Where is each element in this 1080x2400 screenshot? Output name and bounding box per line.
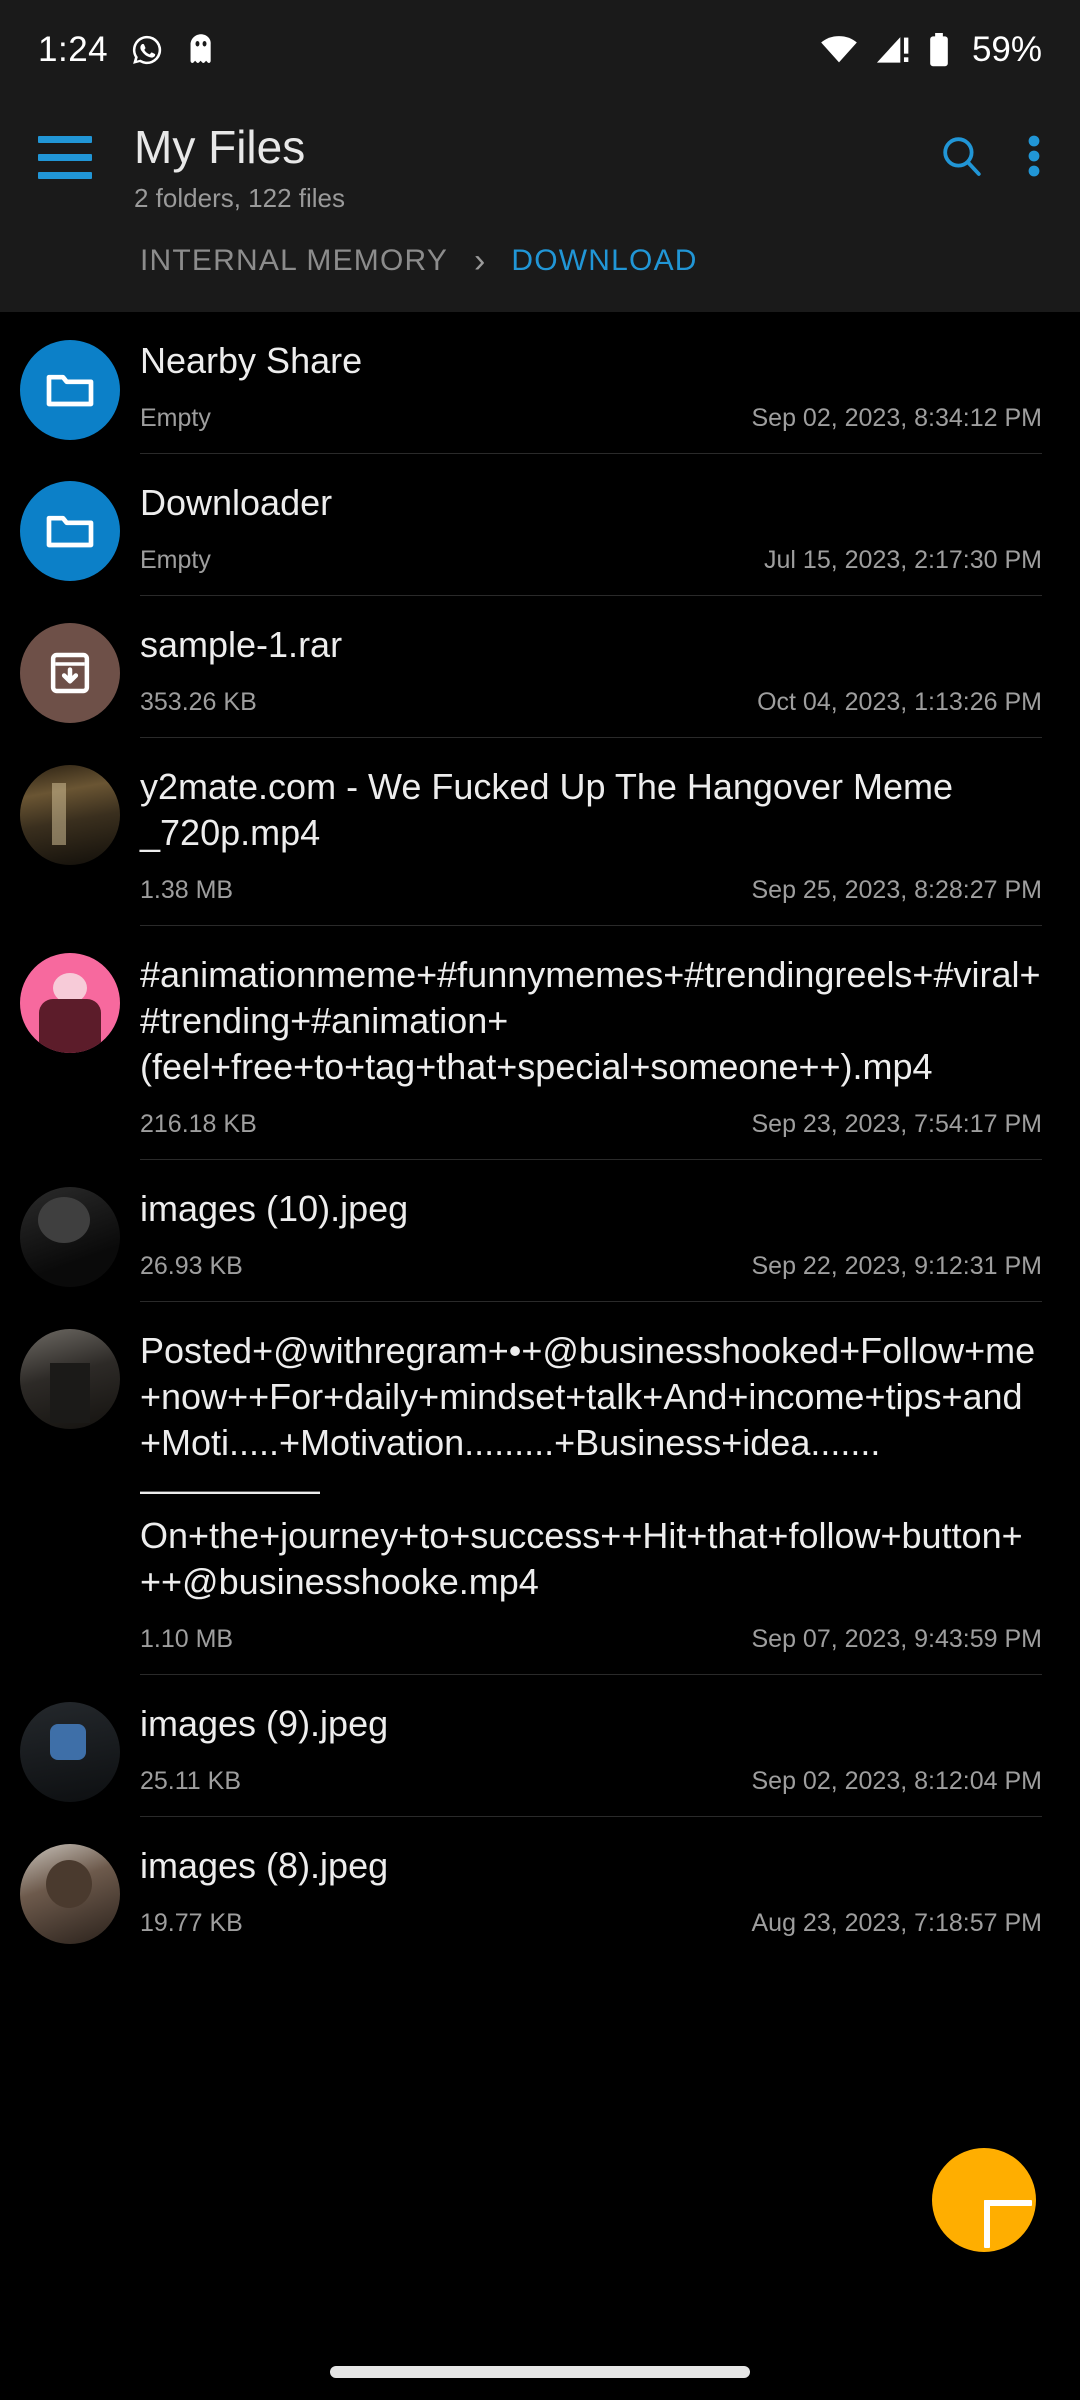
- file-meta: 19.77 KB Aug 23, 2023, 7:18:57 PM: [140, 1909, 1042, 1938]
- status-bar: 1:24 59%: [0, 0, 1080, 100]
- video-thumbnail: [20, 1329, 120, 1430]
- app-bar: My Files 2 folders, 122 files: [0, 100, 1080, 214]
- list-item[interactable]: y2mate.com - We Fucked Up The Hangover M…: [0, 736, 1080, 925]
- status-bar-right: 59%: [820, 30, 1042, 70]
- battery-icon: [928, 33, 950, 67]
- list-item-thumbnail: [0, 1816, 140, 1944]
- list-item-body: images (10).jpeg 26.93 KB Sep 22, 2023, …: [140, 1159, 1042, 1301]
- file-date: Sep 25, 2023, 8:28:27 PM: [751, 875, 1043, 904]
- breadcrumb-item-download[interactable]: DOWNLOAD: [511, 244, 697, 278]
- list-item-body: Downloader Empty Jul 15, 2023, 2:17:30 P…: [140, 452, 1042, 595]
- list-item-body: y2mate.com - We Fucked Up The Hangover M…: [140, 736, 1042, 925]
- list-item-thumbnail: [0, 453, 140, 581]
- battery-percent-label: 59%: [971, 30, 1042, 69]
- image-thumbnail: [20, 1187, 120, 1288]
- list-item-body: images (9).jpeg 25.11 KB Sep 02, 2023, 8…: [140, 1673, 1042, 1816]
- list-item-thumbnail: [0, 595, 140, 723]
- list-item[interactable]: images (9).jpeg 25.11 KB Sep 02, 2023, 8…: [0, 1673, 1080, 1816]
- app-bar-titles: My Files 2 folders, 122 files: [134, 122, 938, 214]
- system-navigation-bar: [0, 2344, 1080, 2400]
- file-manager-screen: 1:24 59% My Files 2 folders, 122 files I…: [0, 0, 1080, 2400]
- list-item-body: Nearby Share Empty Sep 02, 2023, 8:34:12…: [140, 312, 1042, 453]
- home-gesture-pill[interactable]: [330, 2366, 750, 2378]
- image-thumbnail: [20, 1701, 120, 1802]
- folder-icon: [20, 339, 120, 440]
- list-item-thumbnail: [0, 1674, 140, 1802]
- file-size: 26.93 KB: [140, 1252, 243, 1281]
- list-item-thumbnail: [0, 312, 140, 440]
- video-thumbnail: [20, 764, 120, 865]
- file-meta: Empty Sep 02, 2023, 8:34:12 PM: [140, 404, 1042, 433]
- list-item[interactable]: Nearby Share Empty Sep 02, 2023, 8:34:12…: [0, 312, 1080, 453]
- video-thumbnail: [20, 952, 120, 1053]
- file-date: Sep 02, 2023, 8:12:04 PM: [751, 1766, 1043, 1795]
- breadcrumb-item-internal-memory[interactable]: INTERNAL MEMORY: [140, 244, 448, 278]
- search-icon[interactable]: [938, 132, 986, 180]
- file-date: Oct 04, 2023, 1:13:26 PM: [757, 687, 1042, 716]
- file-meta: 1.38 MB Sep 25, 2023, 8:28:27 PM: [140, 876, 1042, 905]
- list-item-body: sample-1.rar 353.26 KB Oct 04, 2023, 1:1…: [140, 594, 1042, 737]
- breadcrumb: INTERNAL MEMORY › DOWNLOAD: [0, 213, 1080, 312]
- chevron-right-icon: ›: [474, 241, 486, 280]
- ghost-icon: [186, 33, 216, 67]
- file-name: images (9).jpeg: [140, 1702, 389, 1744]
- file-name: #animationmeme+#funnymemes+#trendingreel…: [140, 953, 1041, 1088]
- status-bar-clock: 1:24: [38, 30, 109, 69]
- file-size: 353.26 KB: [140, 687, 257, 716]
- whatsapp-icon: [130, 33, 164, 67]
- page-subtitle: 2 folders, 122 files: [134, 182, 346, 213]
- file-meta: 216.18 KB Sep 23, 2023, 7:54:17 PM: [140, 1110, 1042, 1139]
- file-name: images (10).jpeg: [140, 1188, 409, 1230]
- list-item[interactable]: #animationmeme+#funnymemes+#trendingreel…: [0, 924, 1080, 1159]
- page-title: My Files: [134, 121, 306, 173]
- list-item[interactable]: Downloader Empty Jul 15, 2023, 2:17:30 P…: [0, 452, 1080, 595]
- archive-icon: [20, 622, 120, 723]
- file-name: Nearby Share: [140, 339, 363, 381]
- file-size: 25.11 KB: [140, 1766, 242, 1795]
- list-item[interactable]: Posted+@withregram+•+@businesshooked+Fol…: [0, 1301, 1080, 1673]
- list-item[interactable]: images (8).jpeg 19.77 KB Aug 23, 2023, 7…: [0, 1815, 1080, 1958]
- list-item-thumbnail: [0, 1159, 140, 1288]
- status-bar-left: 1:24: [38, 30, 216, 70]
- file-date: Sep 23, 2023, 7:54:17 PM: [751, 1110, 1043, 1139]
- wifi-icon: [820, 35, 858, 65]
- list-item-body: images (8).jpeg 19.77 KB Aug 23, 2023, 7…: [140, 1815, 1042, 1958]
- file-date: Sep 02, 2023, 8:34:12 PM: [751, 403, 1043, 432]
- list-item[interactable]: sample-1.rar 353.26 KB Oct 04, 2023, 1:1…: [0, 594, 1080, 737]
- folder-icon: [20, 480, 120, 581]
- file-size: 1.10 MB: [140, 1624, 234, 1653]
- file-size: 216.18 KB: [140, 1110, 257, 1139]
- image-thumbnail: [20, 1843, 120, 1944]
- app-bar-actions: [938, 132, 1042, 180]
- file-name: images (8).jpeg: [140, 1844, 389, 1886]
- list-item-body: Posted+@withregram+•+@businesshooked+Fol…: [140, 1301, 1042, 1673]
- file-meta: Empty Jul 15, 2023, 2:17:30 PM: [140, 546, 1042, 575]
- file-size: 1.38 MB: [140, 875, 234, 904]
- file-meta: 353.26 KB Oct 04, 2023, 1:13:26 PM: [140, 688, 1042, 717]
- file-meta: 26.93 KB Sep 22, 2023, 9:12:31 PM: [140, 1252, 1042, 1281]
- file-size: Empty: [140, 403, 211, 432]
- file-date: Sep 07, 2023, 9:43:59 PM: [751, 1624, 1043, 1653]
- list-item[interactable]: images (10).jpeg 26.93 KB Sep 22, 2023, …: [0, 1159, 1080, 1301]
- list-item-body: #animationmeme+#funnymemes+#trendingreel…: [140, 924, 1042, 1159]
- cellular-signal-alert-icon: [874, 35, 912, 65]
- file-date: Aug 23, 2023, 7:18:57 PM: [751, 1908, 1043, 1937]
- add-button[interactable]: [932, 2148, 1036, 2252]
- file-date: Sep 22, 2023, 9:12:31 PM: [751, 1252, 1043, 1281]
- file-size: 19.77 KB: [140, 1908, 243, 1937]
- file-list: Nearby Share Empty Sep 02, 2023, 8:34:12…: [0, 311, 1080, 1958]
- list-item-thumbnail: [0, 925, 140, 1053]
- file-name: Downloader: [140, 481, 333, 523]
- list-item-thumbnail: [0, 737, 140, 865]
- file-name: y2mate.com - We Fucked Up The Hangover M…: [140, 765, 953, 853]
- file-date: Jul 15, 2023, 2:17:30 PM: [764, 545, 1042, 574]
- more-vertical-icon[interactable]: [1026, 132, 1042, 180]
- file-meta: 1.10 MB Sep 07, 2023, 9:43:59 PM: [140, 1625, 1042, 1654]
- hamburger-menu-icon[interactable]: [38, 136, 92, 179]
- file-name: Posted+@withregram+•+@businesshooked+Fol…: [140, 1330, 1036, 1602]
- file-size: Empty: [140, 545, 211, 574]
- list-item-thumbnail: [0, 1301, 140, 1430]
- file-name: sample-1.rar: [140, 623, 343, 665]
- file-meta: 25.11 KB Sep 02, 2023, 8:12:04 PM: [140, 1767, 1042, 1796]
